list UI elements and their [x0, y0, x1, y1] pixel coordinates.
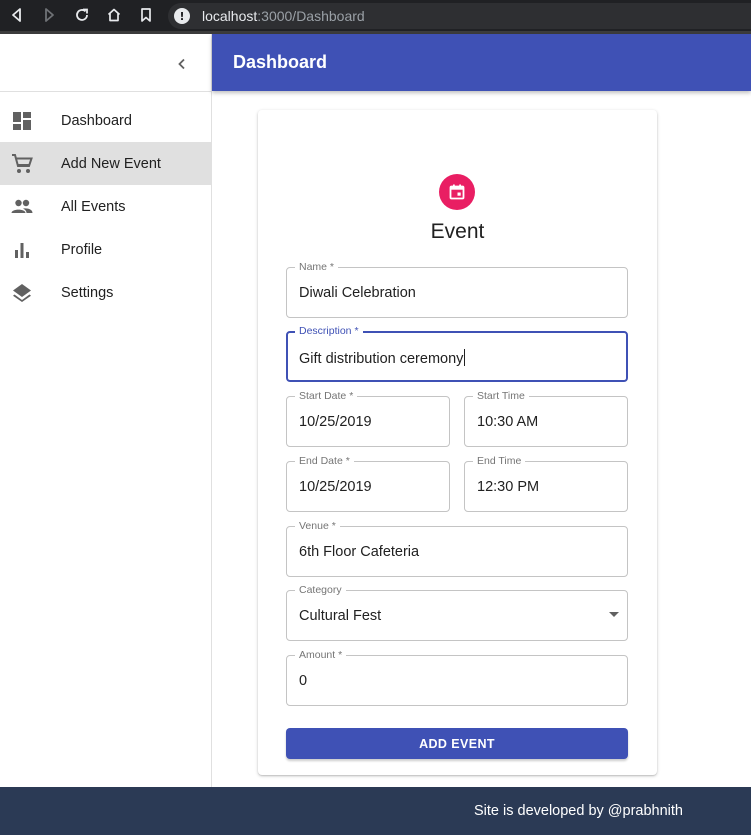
start-time-field-value: 10:30 AM — [477, 414, 539, 430]
end-date-field-value: 10/25/2019 — [299, 479, 372, 495]
dropdown-arrow-icon — [609, 612, 619, 617]
start-date-field-label: Start Date * — [295, 390, 358, 402]
forward-icon[interactable] — [38, 4, 60, 26]
bar-chart-icon — [11, 239, 33, 261]
amount-field-label: Amount * — [295, 649, 347, 661]
start-date-field-value: 10/25/2019 — [299, 414, 372, 430]
end-time-field-value: 12:30 PM — [477, 479, 540, 495]
description-field[interactable]: Description * Gift distribution ceremony — [286, 325, 628, 382]
sidebar-item-settings[interactable]: Settings — [0, 271, 211, 314]
name-field[interactable]: Name * Diwali Celebration — [286, 261, 628, 318]
sidebar-item-dashboard[interactable]: Dashboard — [0, 99, 211, 142]
venue-field-label: Venue * — [295, 520, 340, 532]
app-bar: Dashboard — [212, 34, 751, 91]
dashboard-icon — [11, 110, 33, 132]
sidebar-item-add-new-event[interactable]: Add New Event — [0, 142, 211, 185]
end-time-field[interactable]: End Time 12:30 PM — [464, 455, 628, 512]
sidebar-divider — [0, 91, 211, 92]
text-cursor — [464, 349, 466, 366]
layers-icon — [11, 282, 33, 304]
sidebar: Dashboard Add New Event All Events Profi… — [0, 34, 212, 787]
end-date-field-label: End Date * — [295, 455, 354, 467]
chevron-left-icon[interactable] — [172, 54, 192, 74]
category-select[interactable]: Category Cultural Fest — [286, 584, 628, 641]
description-field-label: Description * — [295, 325, 363, 337]
category-select-value: Cultural Fest — [299, 608, 382, 624]
sidebar-item-label: Add New Event — [61, 155, 161, 172]
sidebar-item-label: Profile — [61, 241, 103, 258]
category-select-label: Category — [295, 584, 346, 596]
end-date-field[interactable]: End Date * 10/25/2019 — [286, 455, 450, 512]
start-date-field[interactable]: Start Date * 10/25/2019 — [286, 390, 450, 447]
address-bar[interactable]: ! localhost:3000/Dashboard — [168, 3, 751, 29]
sidebar-item-label: All Events — [61, 198, 126, 215]
footer: Site is developed by @prabhnith — [0, 787, 751, 835]
cart-icon — [11, 153, 33, 175]
start-time-field[interactable]: Start Time 10:30 AM — [464, 390, 628, 447]
url-text: localhost:3000/Dashboard — [202, 8, 365, 24]
amount-field[interactable]: Amount * 0 — [286, 649, 628, 706]
page-title: Dashboard — [233, 52, 328, 72]
name-field-value: Diwali Celebration — [299, 285, 416, 301]
sidebar-item-all-events[interactable]: All Events — [0, 185, 211, 228]
calendar-icon — [439, 174, 475, 210]
event-form-card: Event Name * Diwali Celebration Descript… — [258, 110, 657, 775]
back-icon[interactable] — [6, 4, 28, 26]
start-time-field-label: Start Time — [473, 390, 529, 402]
sidebar-item-label: Dashboard — [61, 112, 132, 129]
add-event-button[interactable]: ADD EVENT — [286, 728, 628, 759]
bookmark-icon[interactable] — [135, 4, 157, 26]
amount-field-value: 0 — [299, 673, 308, 689]
reload-icon[interactable] — [71, 4, 93, 26]
home-icon[interactable] — [103, 4, 125, 26]
browser-toolbar: ! localhost:3000/Dashboard — [0, 0, 751, 31]
info-icon[interactable]: ! — [174, 8, 190, 24]
footer-credit: Site is developed by @prabhnith — [474, 803, 683, 819]
venue-field[interactable]: Venue * 6th Floor Cafeteria — [286, 520, 628, 577]
description-field-value: Gift distribution ceremony — [299, 349, 466, 367]
name-field-label: Name * — [295, 261, 339, 273]
sidebar-item-profile[interactable]: Profile — [0, 228, 211, 271]
form-title: Event — [430, 220, 485, 243]
venue-field-value: 6th Floor Cafeteria — [299, 544, 420, 560]
sidebar-nav: Dashboard Add New Event All Events Profi… — [0, 99, 211, 314]
sidebar-item-label: Settings — [61, 284, 114, 301]
end-time-field-label: End Time — [473, 455, 526, 467]
people-icon — [11, 196, 33, 218]
